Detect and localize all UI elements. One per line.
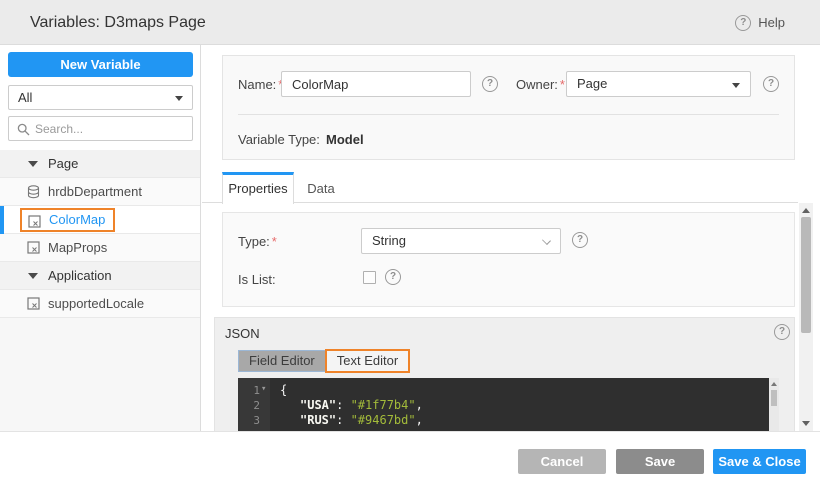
tree-item-hrdbdepartment[interactable]: hrdbDepartment: [0, 178, 200, 206]
collapse-triangle-icon: [28, 273, 38, 279]
scroll-up-icon: [802, 208, 810, 213]
scroll-down-icon: [802, 421, 810, 426]
type-help-icon[interactable]: ?: [572, 232, 588, 248]
type-label: Type: *: [238, 234, 277, 249]
code-line: 3 "RUS": "#9467bd",: [238, 413, 779, 428]
tree-group-label: Application: [48, 268, 112, 283]
code-line: 1 ▾ {: [238, 383, 779, 398]
json-section-title: JSON: [225, 326, 260, 341]
code-line: 2 "USA": "#1f77b4",: [238, 398, 779, 413]
help-question-icon: ?: [735, 14, 752, 31]
type-dropdown[interactable]: String: [361, 228, 561, 254]
tab-data[interactable]: Data: [298, 175, 344, 203]
tree-item-label: ColorMap: [49, 212, 106, 227]
is-list-help-icon[interactable]: ?: [385, 269, 401, 285]
help-button[interactable]: ? Help: [735, 0, 785, 45]
owner-label: Owner: *: [516, 77, 565, 92]
owner-dropdown[interactable]: Page: [566, 71, 751, 97]
is-list-label: Is List:: [238, 272, 276, 287]
owner-value: Page: [577, 76, 608, 91]
detail-tabbar: Properties Data: [202, 172, 798, 204]
editor-scrollbar-thumb: [771, 390, 777, 406]
variables-dialog: Variables: D3maps Page ? Help New Variab…: [0, 0, 820, 489]
editor-mode-toggle: Field Editor Text Editor: [238, 349, 411, 373]
name-label: Name:*: [238, 77, 283, 92]
owner-help-icon[interactable]: ?: [763, 76, 779, 92]
tree-item-label: supportedLocale: [48, 296, 145, 311]
search-icon: [17, 123, 30, 136]
required-asterisk: *: [271, 234, 277, 249]
variables-sidebar: New Variable All Page: [0, 45, 201, 431]
json-key: "USA": [300, 398, 337, 412]
code-text: {: [280, 383, 288, 397]
json-code-editor[interactable]: 1 ▾ { 2 "USA": "#1f77b4", 3 "RUS": "#946…: [238, 378, 779, 431]
service-variable-icon: [27, 185, 40, 199]
line-number: 2: [253, 399, 260, 412]
tree-item-label: hrdbDepartment: [48, 184, 142, 199]
tree-item-mapprops[interactable]: MapProps: [0, 234, 200, 262]
variable-summary-card: Name:* ? Owner:* Page ? Variable Type: M…: [222, 55, 795, 160]
variable-type-value: Model: [326, 132, 364, 147]
tree-group-application[interactable]: Application: [0, 262, 200, 290]
required-asterisk: *: [559, 77, 565, 92]
detail-scrollbar-thumb: [801, 217, 811, 333]
search-input[interactable]: [35, 118, 187, 139]
fold-caret-icon[interactable]: ▾: [261, 382, 266, 397]
annotation-highlight-colormap: ColorMap: [20, 208, 116, 232]
tree-group-page[interactable]: Page: [0, 150, 200, 178]
text-editor-button-highlighted[interactable]: Text Editor: [324, 349, 411, 373]
tree-item-supportedlocale[interactable]: supportedLocale: [0, 290, 200, 318]
save-button[interactable]: Save: [616, 449, 704, 474]
name-help-icon[interactable]: ?: [482, 76, 498, 92]
json-value: "#1f77b4": [350, 398, 416, 412]
json-section: JSON ? Field Editor Text Editor 1 ▾ { 2 …: [214, 317, 795, 431]
tree-item-label: MapProps: [48, 240, 108, 255]
variables-tree: Page hrdbDepartment ColorMap MapProps Ap…: [0, 150, 200, 318]
scroll-up-icon: [771, 382, 777, 386]
properties-panel: Type: * String ? Is List: ?: [222, 212, 795, 307]
editor-scrollbar[interactable]: [769, 378, 779, 431]
model-variable-icon: [27, 297, 40, 310]
is-list-checkbox[interactable]: [363, 271, 376, 284]
field-editor-button[interactable]: Field Editor: [239, 351, 326, 371]
dialog-footer: Cancel Save Save & Close: [0, 431, 820, 489]
dropdown-caret-icon: [732, 83, 740, 88]
variable-filter-dropdown[interactable]: All: [8, 85, 193, 110]
variable-filter-value: All: [18, 90, 33, 105]
cancel-button[interactable]: Cancel: [518, 449, 606, 474]
sidebar-filters: New Variable All: [0, 45, 200, 150]
model-variable-icon: [28, 214, 41, 228]
help-label: Help: [758, 15, 785, 30]
variable-type-label: Variable Type:: [238, 132, 320, 147]
save-and-close-button[interactable]: Save & Close: [713, 449, 806, 474]
json-value: "#9467bd": [350, 413, 416, 427]
tree-group-label: Page: [48, 156, 79, 171]
line-number: 3: [253, 414, 260, 427]
tree-item-colormap[interactable]: ColorMap: [0, 206, 200, 234]
variable-detail-panel: Name:* ? Owner:* Page ? Variable Type: M…: [202, 45, 820, 431]
line-number: 1: [253, 384, 260, 397]
collapse-triangle-icon: [28, 161, 38, 167]
card-divider: [238, 114, 779, 115]
new-variable-button[interactable]: New Variable: [8, 52, 193, 77]
json-help-icon[interactable]: ?: [774, 324, 790, 340]
detail-scrollbar[interactable]: [799, 203, 813, 431]
type-value: String: [372, 233, 406, 248]
dialog-header: Variables: D3maps Page ? Help: [0, 0, 820, 45]
json-key: "RUS": [300, 413, 337, 427]
chevron-down-icon: [542, 236, 551, 245]
name-input[interactable]: [281, 71, 471, 97]
page-title: Variables: D3maps Page: [30, 14, 206, 31]
model-variable-icon: [27, 241, 40, 254]
dropdown-caret-icon: [175, 96, 183, 101]
tab-properties[interactable]: Properties: [222, 172, 294, 204]
variable-search: [8, 116, 193, 141]
selected-indicator-bar: [0, 206, 4, 234]
